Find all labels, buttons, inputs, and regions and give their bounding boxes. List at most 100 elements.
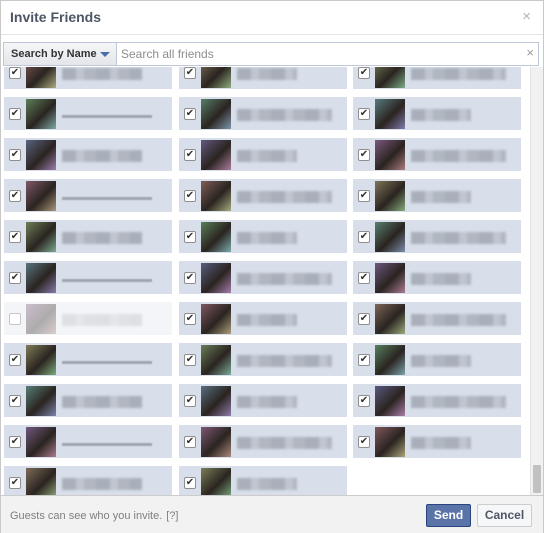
friend-checkbox[interactable]: ✔	[184, 436, 196, 448]
scrollbar-thumb[interactable]	[533, 465, 541, 493]
friend-tile[interactable]: ✔	[3, 67, 173, 90]
friend-checkbox[interactable]: ✔	[358, 354, 370, 366]
friend-checkbox[interactable]: ✔	[358, 108, 370, 120]
avatar	[375, 263, 405, 293]
friend-tile[interactable]: ✔	[178, 67, 348, 90]
friend-checkbox[interactable]: ✔	[358, 231, 370, 243]
friend-checkbox[interactable]: ✔	[9, 477, 21, 489]
friend-tile[interactable]: ✔	[352, 96, 522, 131]
friend-tile[interactable]: ✔	[352, 301, 522, 336]
avatar	[375, 304, 405, 334]
friend-checkbox[interactable]: ✔	[9, 67, 21, 79]
friend-tile[interactable]: ✔	[3, 465, 173, 495]
friend-tile[interactable]: ✔	[178, 137, 348, 172]
friend-checkbox[interactable]: ✔	[184, 354, 196, 366]
avatar	[375, 99, 405, 129]
friend-checkbox[interactable]: ✔	[358, 272, 370, 284]
friend-tile[interactable]: ✔	[352, 260, 522, 295]
friend-tile[interactable]: ✔	[3, 96, 173, 131]
friend-checkbox[interactable]: ✔	[9, 436, 21, 448]
friend-checkbox[interactable]: ✔	[358, 149, 370, 161]
friend-name-redacted	[411, 437, 471, 449]
friend-checkbox[interactable]: ✔	[9, 108, 21, 120]
friend-tile[interactable]: ✔	[3, 424, 173, 459]
friend-tile[interactable]: ✔	[178, 342, 348, 377]
friend-checkbox[interactable]: ✔	[9, 190, 21, 202]
friend-name-redacted	[237, 191, 332, 203]
friend-checkbox[interactable]: ✔	[184, 67, 196, 79]
friend-tile[interactable]: ✔	[352, 137, 522, 172]
friend-name-redacted	[237, 273, 332, 285]
friend-tile[interactable]: ✔	[3, 260, 173, 295]
avatar	[375, 345, 405, 375]
friend-checkbox[interactable]: ✔	[358, 67, 370, 79]
friend-tile[interactable]: ✔	[3, 178, 173, 213]
friend-tile[interactable]	[3, 301, 173, 336]
help-link[interactable]: [?]	[166, 510, 178, 522]
friend-checkbox[interactable]: ✔	[9, 231, 21, 243]
friend-name-redacted	[411, 150, 506, 162]
friend-checkbox[interactable]: ✔	[358, 190, 370, 202]
friend-tile[interactable]: ✔	[178, 383, 348, 418]
friend-name-redacted	[411, 191, 471, 203]
friend-name-redacted	[62, 232, 142, 244]
avatar	[201, 468, 231, 495]
friend-checkbox[interactable]: ✔	[9, 395, 21, 407]
friend-name-redacted	[411, 109, 471, 121]
friend-name-redacted	[411, 314, 506, 326]
friend-tile[interactable]: ✔	[178, 260, 348, 295]
friend-tile[interactable]: ✔	[352, 342, 522, 377]
avatar	[375, 427, 405, 457]
avatar	[201, 67, 231, 88]
avatar	[201, 386, 231, 416]
friend-name-redacted	[62, 443, 152, 446]
friend-tile[interactable]: ✔	[178, 219, 348, 254]
friend-name-redacted	[62, 150, 142, 162]
close-icon[interactable]: ×	[522, 9, 531, 25]
friend-tile[interactable]: ✔	[3, 219, 173, 254]
friend-checkbox[interactable]: ✔	[184, 190, 196, 202]
friend-tile[interactable]: ✔	[3, 383, 173, 418]
friend-tile[interactable]: ✔	[178, 178, 348, 213]
friend-name-redacted	[62, 68, 142, 80]
avatar	[201, 304, 231, 334]
avatar	[201, 427, 231, 457]
avatar	[26, 304, 56, 334]
friend-checkbox[interactable]	[9, 313, 21, 325]
friend-checkbox[interactable]: ✔	[184, 477, 196, 489]
friend-tile[interactable]: ✔	[178, 301, 348, 336]
friend-checkbox[interactable]: ✔	[9, 354, 21, 366]
cancel-button[interactable]: Cancel	[477, 504, 532, 527]
friend-checkbox[interactable]: ✔	[9, 149, 21, 161]
friend-checkbox[interactable]: ✔	[358, 436, 370, 448]
friend-checkbox[interactable]: ✔	[184, 395, 196, 407]
scrollbar[interactable]	[530, 67, 543, 495]
avatar	[201, 140, 231, 170]
search-mode-dropdown[interactable]: Search by Name	[4, 43, 117, 65]
friend-checkbox[interactable]: ✔	[358, 313, 370, 325]
friend-tile[interactable]: ✔	[352, 383, 522, 418]
friend-checkbox[interactable]: ✔	[184, 313, 196, 325]
avatar	[375, 181, 405, 211]
friend-tile[interactable]: ✔	[352, 424, 522, 459]
friend-tile[interactable]: ✔	[3, 342, 173, 377]
friend-checkbox[interactable]: ✔	[184, 231, 196, 243]
friend-checkbox[interactable]: ✔	[358, 395, 370, 407]
friend-tile[interactable]: ✔	[3, 137, 173, 172]
friend-tile[interactable]: ✔	[178, 424, 348, 459]
friend-checkbox[interactable]: ✔	[184, 149, 196, 161]
friend-tile[interactable]: ✔	[178, 96, 348, 131]
send-button[interactable]: Send	[426, 504, 471, 527]
friend-checkbox[interactable]: ✔	[184, 108, 196, 120]
clear-search-icon[interactable]: ×	[526, 46, 534, 60]
friend-tile[interactable]: ✔	[352, 67, 522, 90]
friend-tile[interactable]: ✔	[352, 219, 522, 254]
friend-tile[interactable]: ✔	[178, 465, 348, 495]
search-input[interactable]	[118, 43, 518, 65]
friend-name-redacted	[411, 273, 471, 285]
friend-tile[interactable]: ✔	[352, 178, 522, 213]
friend-checkbox[interactable]: ✔	[9, 272, 21, 284]
avatar	[26, 345, 56, 375]
friend-checkbox[interactable]: ✔	[184, 272, 196, 284]
avatar	[26, 386, 56, 416]
